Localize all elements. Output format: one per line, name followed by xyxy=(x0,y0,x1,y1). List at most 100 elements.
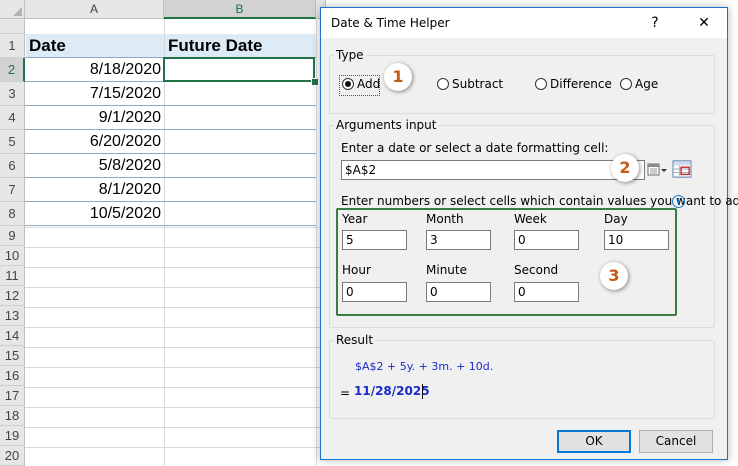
row-header-7[interactable]: 7 xyxy=(0,178,25,202)
radio-age[interactable]: Age xyxy=(620,77,658,91)
grid-line xyxy=(25,227,325,228)
grid-line xyxy=(25,407,325,408)
row-header-4[interactable]: 4 xyxy=(0,106,25,130)
week-input[interactable]: 0 xyxy=(514,230,579,250)
column-header-a[interactable]: A xyxy=(25,0,164,19)
cell-a2[interactable]: 8/18/2020 xyxy=(26,58,164,82)
radio-difference[interactable]: Difference xyxy=(535,77,612,91)
cell-b4[interactable] xyxy=(165,106,316,130)
week-label: Week xyxy=(514,212,547,226)
row-header-11[interactable]: 11 xyxy=(0,266,25,286)
grid-line xyxy=(25,267,325,268)
cell-b5[interactable] xyxy=(165,130,316,154)
grid-line xyxy=(316,19,317,466)
day-input[interactable]: 10 xyxy=(604,230,669,250)
row-header-15[interactable]: 15 xyxy=(0,346,25,366)
row-header-19[interactable]: 19 xyxy=(0,426,25,446)
grid-line xyxy=(25,427,325,428)
cell-b1[interactable]: Future Date xyxy=(165,34,316,58)
year-input[interactable]: 5 xyxy=(342,230,407,250)
result-legend: Result xyxy=(336,333,374,347)
step-badge-1: 1 xyxy=(384,63,412,91)
row-header-18[interactable]: 18 xyxy=(0,406,25,426)
radio-add[interactable]: Add xyxy=(342,77,380,91)
cell-a3[interactable]: 7/15/2020 xyxy=(26,82,164,106)
result-group: Result xyxy=(329,333,715,419)
row-header-1-top xyxy=(0,19,25,34)
cell-a7[interactable]: 8/1/2020 xyxy=(26,178,164,202)
cell-b6[interactable] xyxy=(165,154,316,178)
fill-handle[interactable] xyxy=(311,78,319,86)
step-badge-2: 2 xyxy=(611,154,639,182)
cell-b3[interactable] xyxy=(165,82,316,106)
grid-line xyxy=(25,287,325,288)
select-all-corner[interactable] xyxy=(0,0,25,19)
hour-input[interactable]: 0 xyxy=(342,282,407,302)
text-caret xyxy=(422,384,423,399)
cell-a8[interactable]: 10/5/2020 xyxy=(26,202,164,226)
arguments-legend: Arguments input xyxy=(336,118,437,132)
cell-a4[interactable]: 9/1/2020 xyxy=(26,106,164,130)
radio-subtract-circle[interactable] xyxy=(437,78,449,90)
grid-line xyxy=(25,347,325,348)
row-header-6[interactable]: 6 xyxy=(0,154,25,178)
date-prompt: Enter a date or select a date formatting… xyxy=(341,141,609,155)
cell-range-select-icon[interactable] xyxy=(671,160,693,178)
row-header-16[interactable]: 16 xyxy=(0,366,25,386)
radio-age-circle[interactable] xyxy=(620,78,632,90)
date-input[interactable]: $A$2 xyxy=(341,160,645,180)
radio-difference-circle[interactable] xyxy=(535,78,547,90)
radio-subtract[interactable]: Subtract xyxy=(437,77,503,91)
cell-a6[interactable]: 5/8/2020 xyxy=(26,154,164,178)
radio-subtract-label: Subtract xyxy=(452,77,504,91)
minute-input[interactable]: 0 xyxy=(426,282,491,302)
radio-add-circle[interactable] xyxy=(342,78,354,90)
radio-add-label: Add xyxy=(357,77,381,91)
second-label: Second xyxy=(514,263,559,277)
grid-line xyxy=(25,387,325,388)
grid-line xyxy=(25,307,325,308)
help-button[interactable]: ? xyxy=(641,12,669,34)
row-header-2[interactable]: 2 xyxy=(0,58,25,82)
row-header-1[interactable]: 1 xyxy=(0,34,25,58)
hour-label: Hour xyxy=(342,263,371,277)
cancel-button[interactable]: Cancel xyxy=(639,430,713,453)
dialog-titlebar[interactable]: Date & Time Helper ? ✕ xyxy=(321,8,727,38)
cell-b7[interactable] xyxy=(165,178,316,202)
result-formula: $A$2 + 5y. + 3m. + 10d. xyxy=(355,360,494,373)
month-label: Month xyxy=(426,212,464,226)
select-all-triangle-icon xyxy=(13,7,22,16)
minute-label: Minute xyxy=(426,263,467,277)
column-header-b[interactable]: B xyxy=(164,0,316,19)
grid-line xyxy=(25,247,325,248)
cell-b8[interactable] xyxy=(165,202,316,226)
result-value[interactable]: 11/28/2025 xyxy=(354,384,430,398)
row-header-9[interactable]: 9 xyxy=(0,226,25,246)
row-header-13[interactable]: 13 xyxy=(0,306,25,326)
year-label: Year xyxy=(342,212,368,226)
grid-line xyxy=(25,367,325,368)
row-header-12[interactable]: 12 xyxy=(0,286,25,306)
date-time-helper-dialog: Date & Time Helper ? ✕ Type Add Subtract… xyxy=(320,7,738,460)
cell-a1[interactable]: Date xyxy=(26,34,164,58)
info-icon[interactable]: i xyxy=(672,195,685,208)
type-legend: Type xyxy=(336,48,364,62)
row-header-17[interactable]: 17 xyxy=(0,386,25,406)
cell-a5[interactable]: 6/20/2020 xyxy=(26,130,164,154)
row-header-10[interactable]: 10 xyxy=(0,246,25,266)
close-button[interactable]: ✕ xyxy=(690,12,718,34)
selected-cell-b2[interactable] xyxy=(163,57,315,82)
row-header-20[interactable]: 20 xyxy=(0,446,25,466)
row-header-5[interactable]: 5 xyxy=(0,130,25,154)
ok-button[interactable]: OK xyxy=(557,430,631,453)
dialog-title: Date & Time Helper xyxy=(331,16,450,30)
calendar-dropdown-icon[interactable] xyxy=(647,161,669,179)
row-header-3[interactable]: 3 xyxy=(0,82,25,106)
row-header-14[interactable]: 14 xyxy=(0,326,25,346)
day-label: Day xyxy=(604,212,628,226)
grid-line xyxy=(25,447,325,448)
month-input[interactable]: 3 xyxy=(426,230,491,250)
row-header-8[interactable]: 8 xyxy=(0,202,25,226)
step-badge-3: 3 xyxy=(600,262,628,290)
second-input[interactable]: 0 xyxy=(514,282,579,302)
